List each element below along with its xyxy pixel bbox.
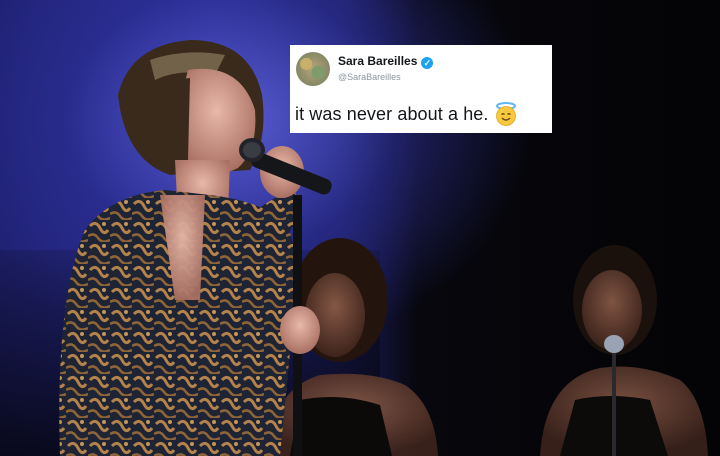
concert-photo: Sara Bareilles ✓ @SaraBareilles it was ne… (0, 0, 720, 456)
smiling-face-with-halo-icon (494, 102, 518, 126)
avatar (296, 52, 330, 86)
tweet-card: Sara Bareilles ✓ @SaraBareilles it was ne… (290, 45, 552, 133)
tweet-text-content: it was never about a he. (295, 104, 489, 124)
display-name-text: Sara Bareilles (338, 54, 418, 68)
backup-singer-right (540, 245, 708, 456)
tweet-text: it was never about a he. (295, 102, 518, 126)
tweet-handle: @SaraBareilles (338, 72, 401, 82)
tweet-display-name: Sara Bareilles ✓ (338, 54, 434, 69)
verified-badge-icon: ✓ (421, 57, 434, 69)
